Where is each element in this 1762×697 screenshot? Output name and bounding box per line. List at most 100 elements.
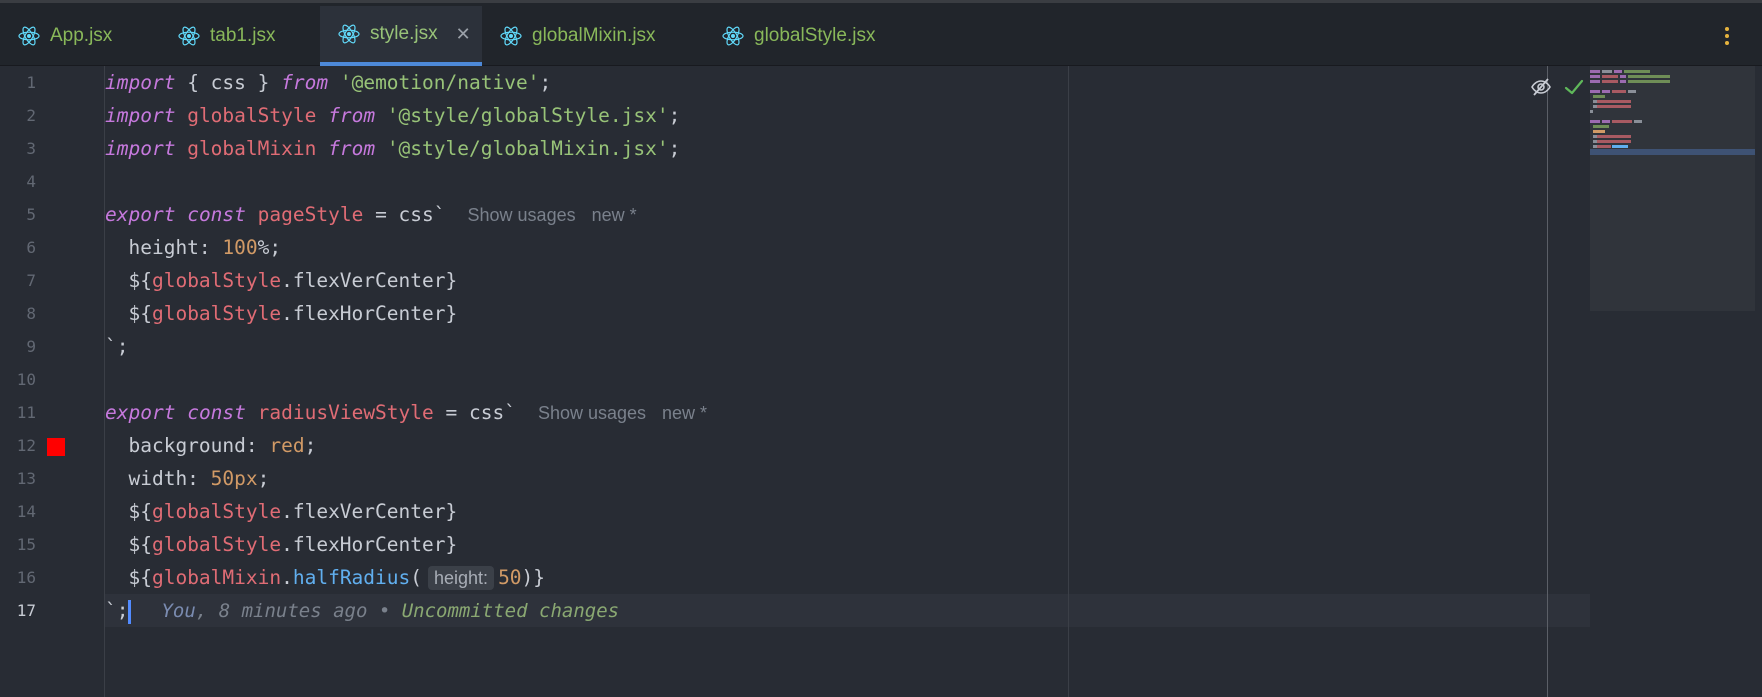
code-line[interactable]: ${globalMixin.halfRadius(height: 50)} xyxy=(105,561,545,594)
code-line[interactable]: ${globalStyle.flexVerCenter} xyxy=(105,264,457,297)
code-text-area[interactable]: import { css } from '@emotion/native'; i… xyxy=(105,66,1590,697)
more-vertical-icon[interactable] xyxy=(1724,27,1730,47)
token-text: = css` xyxy=(363,203,446,226)
author-hint[interactable]: new * xyxy=(662,403,707,423)
checkmark-icon[interactable] xyxy=(1563,76,1585,98)
code-line[interactable]: ${globalStyle.flexHorCenter} xyxy=(105,528,457,561)
react-icon xyxy=(18,25,40,47)
token-keyword: const xyxy=(187,203,246,226)
line-number: 9 xyxy=(26,337,36,356)
token-keyword: import xyxy=(105,104,176,127)
ide-window: App.jsx tab1.jsx style.jsx ✕ globalMixin… xyxy=(0,0,1762,697)
close-tab-icon[interactable]: ✕ xyxy=(456,24,471,45)
token-text: ${ xyxy=(105,533,152,556)
code-line[interactable]: `; xyxy=(105,330,128,363)
token-value: red xyxy=(269,434,305,457)
token-string: '@style/globalStyle.jsx' xyxy=(386,104,669,127)
tab-tab1-jsx[interactable]: tab1.jsx xyxy=(160,6,320,66)
token-text: height: xyxy=(105,236,223,259)
line-number: 1 xyxy=(26,73,36,92)
token-keyword: import xyxy=(105,71,176,94)
code-line[interactable]: height: 100%; xyxy=(105,231,281,264)
token-text: ; xyxy=(668,104,681,127)
tab-label: style.jsx xyxy=(370,23,438,44)
line-number: 4 xyxy=(26,172,36,191)
token-text: `; xyxy=(105,335,129,358)
line-number-current: 17 xyxy=(16,601,36,620)
token-variable: pageStyle xyxy=(257,203,364,226)
tab-globalstyle-jsx[interactable]: globalStyle.jsx xyxy=(704,6,924,66)
line-number: 7 xyxy=(26,271,36,290)
code-line[interactable]: width: 50px; xyxy=(105,462,269,495)
token-variable: globalStyle xyxy=(151,302,282,325)
code-editor[interactable]: 1 2 3 4 5 6 7 8 9 10 11 12 13 14 15 16 1… xyxy=(0,66,1762,697)
code-line[interactable]: export const radiusViewStyle = css` Show … xyxy=(105,396,707,429)
code-line-current[interactable]: `; You, 8 minutes ago • Uncommitted chang… xyxy=(105,594,619,627)
code-line[interactable]: export const pageStyle = css` Show usages… xyxy=(105,198,637,231)
code-line[interactable]: ${globalStyle.flexVerCenter} xyxy=(105,495,457,528)
code-line[interactable]: background: red; xyxy=(105,429,316,462)
token-keyword: import xyxy=(105,137,176,160)
token-text: ; xyxy=(539,71,552,94)
code-line[interactable]: ${globalStyle.flexHorCenter} xyxy=(105,297,457,330)
show-usages-hint[interactable]: Show usages xyxy=(538,403,646,423)
token-keyword: export xyxy=(105,401,176,424)
token-keyword: from xyxy=(328,104,376,127)
token-variable: globalStyle xyxy=(151,533,282,556)
token-text: .flexVerCenter} xyxy=(281,500,458,523)
line-number-gutter[interactable]: 1 2 3 4 5 6 7 8 9 10 11 12 13 14 15 16 1… xyxy=(0,66,105,697)
token-text: )} xyxy=(521,566,546,589)
token-text: ${ xyxy=(105,500,152,523)
token-variable: globalMixin xyxy=(187,137,317,160)
token-variable: globalStyle xyxy=(151,500,282,523)
tab-globalmixin-jsx[interactable]: globalMixin.jsx xyxy=(482,6,704,66)
token-text: width: xyxy=(105,467,211,490)
code-line[interactable]: import { css } from '@emotion/native'; xyxy=(105,66,551,99)
token-text: { css } xyxy=(175,71,282,94)
token-text: ; xyxy=(257,467,270,490)
token-keyword: from xyxy=(328,137,376,160)
token-keyword: const xyxy=(187,401,246,424)
line-number: 2 xyxy=(26,106,36,125)
token-text: %; xyxy=(257,236,282,259)
token-text: ; xyxy=(304,434,317,457)
line-number: 3 xyxy=(26,139,36,158)
eye-slash-icon[interactable] xyxy=(1530,76,1552,98)
line-number: 11 xyxy=(16,403,36,422)
line-number: 10 xyxy=(16,370,36,389)
token-string: '@style/globalMixin.jsx' xyxy=(386,137,669,160)
code-line[interactable]: import globalStyle from '@style/globalSt… xyxy=(105,99,680,132)
line-number: 8 xyxy=(26,304,36,323)
author-hint[interactable]: new * xyxy=(592,205,637,225)
right-margin-guide xyxy=(1547,66,1548,697)
token-variable: globalStyle xyxy=(151,269,282,292)
tab-style-jsx[interactable]: style.jsx ✕ xyxy=(320,6,482,66)
tab-app-jsx[interactable]: App.jsx xyxy=(0,6,160,66)
blame-message: Uncommitted changes xyxy=(401,600,620,622)
token-number: 50px xyxy=(210,467,258,490)
token-text: .flexHorCenter} xyxy=(281,533,458,556)
react-icon xyxy=(338,23,360,45)
minimap[interactable] xyxy=(1590,66,1755,311)
token-text: ( xyxy=(410,566,423,589)
token-text: .flexHorCenter} xyxy=(281,302,458,325)
blame-author: You xyxy=(161,600,196,622)
token-text: . xyxy=(281,566,293,589)
token-text: background: xyxy=(105,434,270,457)
token-number: 100 xyxy=(222,236,258,259)
git-blame-annotation[interactable]: You, 8 minutes ago • Uncommitted changes xyxy=(161,600,619,622)
code-line[interactable]: import globalMixin from '@style/globalMi… xyxy=(105,132,680,165)
token-text: ${ xyxy=(105,269,152,292)
minimap-current-line xyxy=(1590,149,1755,155)
color-swatch-red[interactable] xyxy=(47,438,65,456)
token-text: `; xyxy=(105,599,129,622)
show-usages-hint[interactable]: Show usages xyxy=(468,205,576,225)
